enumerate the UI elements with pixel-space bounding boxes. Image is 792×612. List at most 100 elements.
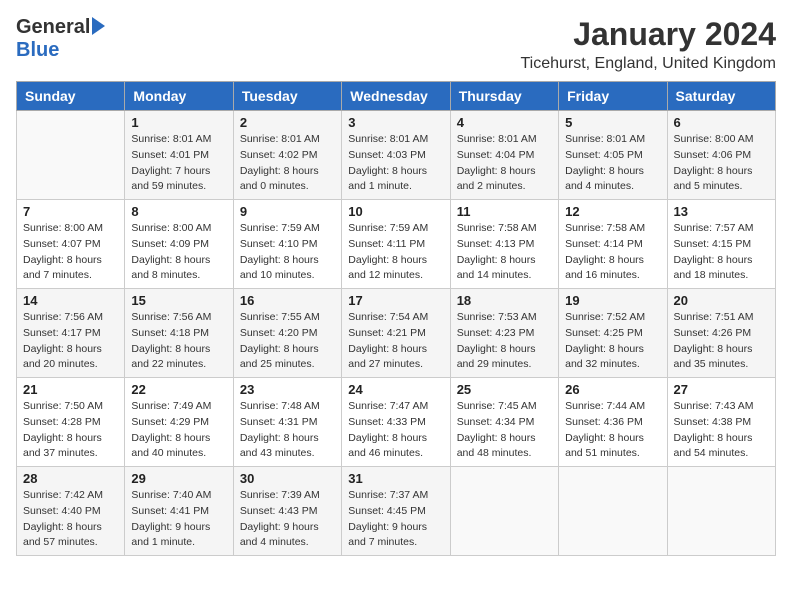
logo-general-text: General [16, 16, 90, 39]
header-thursday: Thursday [450, 82, 558, 111]
table-row [559, 467, 667, 556]
table-row: 18Sunrise: 7:53 AMSunset: 4:23 PMDayligh… [450, 289, 558, 378]
day-info: Sunrise: 7:40 AMSunset: 4:41 PMDaylight:… [131, 488, 226, 551]
day-number: 6 [674, 115, 769, 130]
day-info: Sunrise: 7:42 AMSunset: 4:40 PMDaylight:… [23, 488, 118, 551]
day-info: Sunrise: 7:56 AMSunset: 4:18 PMDaylight:… [131, 310, 226, 373]
header-sunday: Sunday [17, 82, 125, 111]
table-row: 1 Sunrise: 8:01 AMSunset: 4:01 PMDaylight… [125, 111, 233, 200]
day-info: Sunrise: 7:48 AMSunset: 4:31 PMDaylight:… [240, 399, 335, 462]
table-row: 30Sunrise: 7:39 AMSunset: 4:43 PMDayligh… [233, 467, 341, 556]
logo-blue-text: Blue [16, 39, 59, 61]
calendar-week-row: 28 Sunrise: 7:42 AMSunset: 4:40 PMDayligh… [17, 467, 776, 556]
day-info: Sunrise: 8:01 AMSunset: 4:01 PMDaylight:… [131, 132, 226, 195]
day-info: Sunrise: 7:45 AMSunset: 4:34 PMDaylight:… [457, 399, 552, 462]
day-number: 13 [674, 204, 769, 219]
calendar-table: Sunday Monday Tuesday Wednesday Thursday… [16, 81, 776, 556]
table-row: 5 Sunrise: 8:01 AMSunset: 4:05 PMDaylight… [559, 111, 667, 200]
day-info: Sunrise: 7:43 AMSunset: 4:38 PMDaylight:… [674, 399, 769, 462]
day-info: Sunrise: 7:59 AMSunset: 4:10 PMDaylight:… [240, 221, 335, 284]
calendar-week-row: 14Sunrise: 7:56 AMSunset: 4:17 PMDayligh… [17, 289, 776, 378]
table-row: 19 Sunrise: 7:52 AMSunset: 4:25 PMDayligh… [559, 289, 667, 378]
day-info: Sunrise: 8:00 AMSunset: 4:07 PMDaylight:… [23, 221, 118, 284]
page-header: General Blue January 2024 Ticehurst, Eng… [16, 16, 776, 73]
day-number: 5 [565, 115, 660, 130]
day-number: 23 [240, 382, 335, 397]
table-row [17, 111, 125, 200]
table-row: 12 Sunrise: 7:58 AMSunset: 4:14 PMDayligh… [559, 200, 667, 289]
logo-arrow-icon [92, 17, 105, 35]
day-number: 12 [565, 204, 660, 219]
day-info: Sunrise: 7:50 AMSunset: 4:28 PMDaylight:… [23, 399, 118, 462]
table-row: 15Sunrise: 7:56 AMSunset: 4:18 PMDayligh… [125, 289, 233, 378]
day-info: Sunrise: 8:01 AMSunset: 4:02 PMDaylight:… [240, 132, 335, 195]
day-info: Sunrise: 7:49 AMSunset: 4:29 PMDaylight:… [131, 399, 226, 462]
day-info: Sunrise: 7:57 AMSunset: 4:15 PMDaylight:… [674, 221, 769, 284]
table-row: 10Sunrise: 7:59 AMSunset: 4:11 PMDayligh… [342, 200, 450, 289]
day-info: Sunrise: 7:54 AMSunset: 4:21 PMDaylight:… [348, 310, 443, 373]
day-info: Sunrise: 7:58 AMSunset: 4:13 PMDaylight:… [457, 221, 552, 284]
table-row: 6 Sunrise: 8:00 AMSunset: 4:06 PMDaylight… [667, 111, 775, 200]
day-number: 1 [131, 115, 226, 130]
table-row: 17 Sunrise: 7:54 AMSunset: 4:21 PMDayligh… [342, 289, 450, 378]
table-row: 11 Sunrise: 7:58 AMSunset: 4:13 PMDayligh… [450, 200, 558, 289]
table-row: 8 Sunrise: 8:00 AMSunset: 4:09 PMDaylight… [125, 200, 233, 289]
day-info: Sunrise: 7:44 AMSunset: 4:36 PMDaylight:… [565, 399, 660, 462]
calendar-header-row: Sunday Monday Tuesday Wednesday Thursday… [17, 82, 776, 111]
table-row: 14Sunrise: 7:56 AMSunset: 4:17 PMDayligh… [17, 289, 125, 378]
day-number: 26 [565, 382, 660, 397]
table-row: 20Sunrise: 7:51 AMSunset: 4:26 PMDayligh… [667, 289, 775, 378]
header-friday: Friday [559, 82, 667, 111]
day-number: 7 [23, 204, 118, 219]
header-wednesday: Wednesday [342, 82, 450, 111]
day-number: 29 [131, 471, 226, 486]
day-number: 9 [240, 204, 335, 219]
table-row [450, 467, 558, 556]
calendar-week-row: 21Sunrise: 7:50 AMSunset: 4:28 PMDayligh… [17, 378, 776, 467]
day-number: 28 [23, 471, 118, 486]
day-info: Sunrise: 8:00 AMSunset: 4:06 PMDaylight:… [674, 132, 769, 195]
day-info: Sunrise: 7:59 AMSunset: 4:11 PMDaylight:… [348, 221, 443, 284]
day-number: 4 [457, 115, 552, 130]
table-row: 22 Sunrise: 7:49 AMSunset: 4:29 PMDayligh… [125, 378, 233, 467]
table-row: 23 Sunrise: 7:48 AMSunset: 4:31 PMDayligh… [233, 378, 341, 467]
day-info: Sunrise: 8:01 AMSunset: 4:03 PMDaylight:… [348, 132, 443, 195]
day-info: Sunrise: 7:47 AMSunset: 4:33 PMDaylight:… [348, 399, 443, 462]
table-row: 16 Sunrise: 7:55 AMSunset: 4:20 PMDayligh… [233, 289, 341, 378]
day-number: 2 [240, 115, 335, 130]
day-number: 27 [674, 382, 769, 397]
table-row [667, 467, 775, 556]
table-row: 26 Sunrise: 7:44 AMSunset: 4:36 PMDayligh… [559, 378, 667, 467]
day-number: 19 [565, 293, 660, 308]
header-saturday: Saturday [667, 82, 775, 111]
header-tuesday: Tuesday [233, 82, 341, 111]
day-info: Sunrise: 7:52 AMSunset: 4:25 PMDaylight:… [565, 310, 660, 373]
day-info: Sunrise: 7:55 AMSunset: 4:20 PMDaylight:… [240, 310, 335, 373]
logo: General Blue [16, 16, 105, 62]
table-row: 27 Sunrise: 7:43 AMSunset: 4:38 PMDayligh… [667, 378, 775, 467]
day-info: Sunrise: 8:01 AMSunset: 4:05 PMDaylight:… [565, 132, 660, 195]
day-number: 30 [240, 471, 335, 486]
day-number: 22 [131, 382, 226, 397]
day-number: 20 [674, 293, 769, 308]
day-info: Sunrise: 7:56 AMSunset: 4:17 PMDaylight:… [23, 310, 118, 373]
title-area: January 2024 Ticehurst, England, United … [520, 16, 776, 73]
table-row: 4Sunrise: 8:01 AMSunset: 4:04 PMDaylight… [450, 111, 558, 200]
table-row: 3 Sunrise: 8:01 AMSunset: 4:03 PMDaylight… [342, 111, 450, 200]
day-info: Sunrise: 8:00 AMSunset: 4:09 PMDaylight:… [131, 221, 226, 284]
day-number: 17 [348, 293, 443, 308]
table-row: 25 Sunrise: 7:45 AMSunset: 4:34 PMDayligh… [450, 378, 558, 467]
day-number: 8 [131, 204, 226, 219]
day-number: 11 [457, 204, 552, 219]
day-number: 16 [240, 293, 335, 308]
table-row: 24Sunrise: 7:47 AMSunset: 4:33 PMDayligh… [342, 378, 450, 467]
day-number: 25 [457, 382, 552, 397]
table-row: 31 Sunrise: 7:37 AMSunset: 4:45 PMDayligh… [342, 467, 450, 556]
day-number: 31 [348, 471, 443, 486]
day-number: 18 [457, 293, 552, 308]
calendar-week-row: 7 Sunrise: 8:00 AMSunset: 4:07 PMDaylight… [17, 200, 776, 289]
day-info: Sunrise: 7:37 AMSunset: 4:45 PMDaylight:… [348, 488, 443, 551]
day-number: 3 [348, 115, 443, 130]
location-title: Ticehurst, England, United Kingdom [520, 55, 776, 73]
day-info: Sunrise: 7:58 AMSunset: 4:14 PMDaylight:… [565, 221, 660, 284]
